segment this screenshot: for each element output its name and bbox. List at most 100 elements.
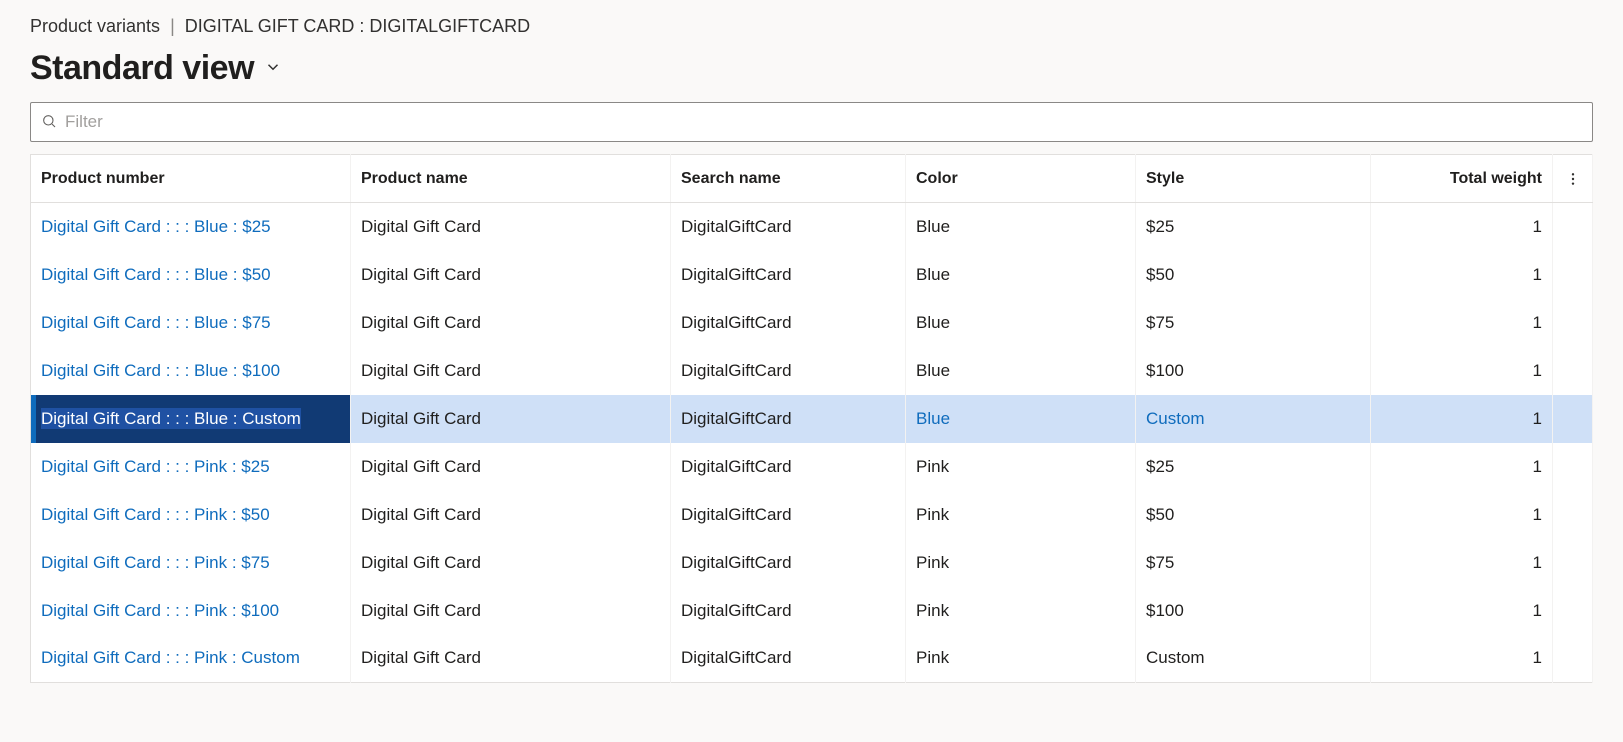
cell-color[interactable]: Blue [906, 203, 1136, 251]
table-row[interactable]: Digital Gift Card : : : Pink : Custom Dig… [31, 635, 1593, 683]
cell-total-weight[interactable]: 1 [1371, 203, 1553, 251]
table-row[interactable]: Digital Gift Card : : : Pink : $100 Digit… [31, 587, 1593, 635]
cell-color[interactable]: Blue [906, 299, 1136, 347]
table-row[interactable]: Digital Gift Card : : : Pink : $50 Digita… [31, 491, 1593, 539]
cell-total-weight[interactable]: 1 [1371, 539, 1553, 587]
cell-product-name[interactable]: Digital Gift Card [351, 635, 671, 683]
page-title-row[interactable]: Standard view [30, 49, 1593, 88]
product-number-link[interactable]: Digital Gift Card : : : Pink : $25 [41, 457, 270, 476]
table-row[interactable]: Digital Gift Card : : : Pink : $75 Digita… [31, 539, 1593, 587]
product-number-link[interactable]: Digital Gift Card : : : Pink : Custom [41, 648, 300, 667]
cell-search-name[interactable]: DigitalGiftCard [671, 251, 906, 299]
cell-color[interactable]: Blue [906, 347, 1136, 395]
cell-total-weight[interactable]: 1 [1371, 251, 1553, 299]
cell-style[interactable]: Custom [1136, 635, 1371, 683]
cell-product-name[interactable]: Digital Gift Card [351, 203, 671, 251]
column-header-product-number[interactable]: Product number [31, 155, 351, 203]
cell-search-name[interactable]: DigitalGiftCard [671, 443, 906, 491]
cell-search-name[interactable]: DigitalGiftCard [671, 491, 906, 539]
breadcrumb: Product variants | DIGITAL GIFT CARD : D… [30, 16, 1593, 37]
product-number-link[interactable]: Digital Gift Card : : : Pink : $50 [41, 505, 270, 524]
cell-product-number[interactable]: Digital Gift Card : : : Pink : $100 [31, 587, 351, 635]
cell-product-name[interactable]: Digital Gift Card [351, 347, 671, 395]
cell-style[interactable]: $25 [1136, 443, 1371, 491]
table-row[interactable]: Digital Gift Card : : : Blue : Custom Dig… [31, 395, 1593, 443]
column-header-style[interactable]: Style [1136, 155, 1371, 203]
table-row[interactable]: Digital Gift Card : : : Blue : $50 Digita… [31, 251, 1593, 299]
cell-product-name[interactable]: Digital Gift Card [351, 251, 671, 299]
cell-product-name[interactable]: Digital Gift Card [351, 587, 671, 635]
filter-input[interactable] [65, 112, 1582, 132]
table-row[interactable]: Digital Gift Card : : : Pink : $25 Digita… [31, 443, 1593, 491]
cell-search-name[interactable]: DigitalGiftCard [671, 203, 906, 251]
table-row[interactable]: Digital Gift Card : : : Blue : $75 Digita… [31, 299, 1593, 347]
cell-product-name[interactable]: Digital Gift Card [351, 539, 671, 587]
cell-more [1553, 395, 1593, 443]
cell-total-weight[interactable]: 1 [1371, 491, 1553, 539]
cell-search-name[interactable]: DigitalGiftCard [671, 587, 906, 635]
cell-product-number[interactable]: Digital Gift Card : : : Pink : $25 [31, 443, 351, 491]
table-row[interactable]: Digital Gift Card : : : Blue : $100 Digit… [31, 347, 1593, 395]
cell-product-number[interactable]: Digital Gift Card : : : Blue : Custom [31, 395, 351, 443]
cell-style[interactable]: $25 [1136, 203, 1371, 251]
cell-total-weight[interactable]: 1 [1371, 395, 1553, 443]
product-number-link[interactable]: Digital Gift Card : : : Blue : $25 [41, 217, 271, 236]
cell-more [1553, 635, 1593, 683]
cell-product-name[interactable]: Digital Gift Card [351, 491, 671, 539]
product-number-link[interactable]: Digital Gift Card : : : Blue : $75 [41, 313, 271, 332]
breadcrumb-separator: | [170, 16, 175, 37]
filter-box[interactable] [30, 102, 1593, 142]
cell-search-name[interactable]: DigitalGiftCard [671, 347, 906, 395]
cell-style[interactable]: $100 [1136, 347, 1371, 395]
cell-style[interactable]: $75 [1136, 299, 1371, 347]
cell-style[interactable]: $50 [1136, 251, 1371, 299]
cell-style[interactable]: Custom [1136, 395, 1371, 443]
column-header-total-weight[interactable]: Total weight [1371, 155, 1553, 203]
cell-color[interactable]: Pink [906, 539, 1136, 587]
cell-search-name[interactable]: DigitalGiftCard [671, 635, 906, 683]
cell-color[interactable]: Blue [906, 395, 1136, 443]
cell-color[interactable]: Pink [906, 443, 1136, 491]
cell-product-number[interactable]: Digital Gift Card : : : Pink : $50 [31, 491, 351, 539]
cell-color[interactable]: Pink [906, 635, 1136, 683]
cell-more [1553, 539, 1593, 587]
cell-total-weight[interactable]: 1 [1371, 443, 1553, 491]
cell-more [1553, 443, 1593, 491]
cell-more [1553, 587, 1593, 635]
column-header-more[interactable] [1553, 155, 1593, 203]
cell-total-weight[interactable]: 1 [1371, 299, 1553, 347]
column-header-color[interactable]: Color [906, 155, 1136, 203]
product-number-link[interactable]: Digital Gift Card : : : Pink : $75 [41, 553, 270, 572]
cell-total-weight[interactable]: 1 [1371, 587, 1553, 635]
product-number-link[interactable]: Digital Gift Card : : : Blue : $50 [41, 265, 271, 284]
cell-search-name[interactable]: DigitalGiftCard [671, 395, 906, 443]
cell-color[interactable]: Pink [906, 491, 1136, 539]
product-number-link[interactable]: Digital Gift Card : : : Pink : $100 [41, 601, 279, 620]
cell-style[interactable]: $75 [1136, 539, 1371, 587]
cell-product-number[interactable]: Digital Gift Card : : : Blue : $100 [31, 347, 351, 395]
product-number-link[interactable]: Digital Gift Card : : : Blue : $100 [41, 361, 280, 380]
cell-product-number[interactable]: Digital Gift Card : : : Blue : $25 [31, 203, 351, 251]
cell-color[interactable]: Blue [906, 251, 1136, 299]
cell-product-number[interactable]: Digital Gift Card : : : Pink : Custom [31, 635, 351, 683]
column-header-product-name[interactable]: Product name [351, 155, 671, 203]
cell-search-name[interactable]: DigitalGiftCard [671, 539, 906, 587]
chevron-down-icon[interactable] [264, 58, 282, 79]
cell-product-name[interactable]: Digital Gift Card [351, 395, 671, 443]
breadcrumb-section[interactable]: Product variants [30, 16, 160, 37]
table-row[interactable]: Digital Gift Card : : : Blue : $25 Digita… [31, 203, 1593, 251]
cell-search-name[interactable]: DigitalGiftCard [671, 299, 906, 347]
cell-style[interactable]: $100 [1136, 587, 1371, 635]
cell-total-weight[interactable]: 1 [1371, 347, 1553, 395]
cell-total-weight[interactable]: 1 [1371, 635, 1553, 683]
table-header-row: Product number Product name Search name … [31, 155, 1593, 203]
cell-style[interactable]: $50 [1136, 491, 1371, 539]
cell-product-name[interactable]: Digital Gift Card [351, 299, 671, 347]
cell-color[interactable]: Pink [906, 587, 1136, 635]
cell-product-name[interactable]: Digital Gift Card [351, 443, 671, 491]
cell-product-number[interactable]: Digital Gift Card : : : Pink : $75 [31, 539, 351, 587]
cell-product-number[interactable]: Digital Gift Card : : : Blue : $75 [31, 299, 351, 347]
column-header-search-name[interactable]: Search name [671, 155, 906, 203]
cell-product-number[interactable]: Digital Gift Card : : : Blue : $50 [31, 251, 351, 299]
product-number-link[interactable]: Digital Gift Card : : : Blue : Custom [41, 408, 301, 429]
